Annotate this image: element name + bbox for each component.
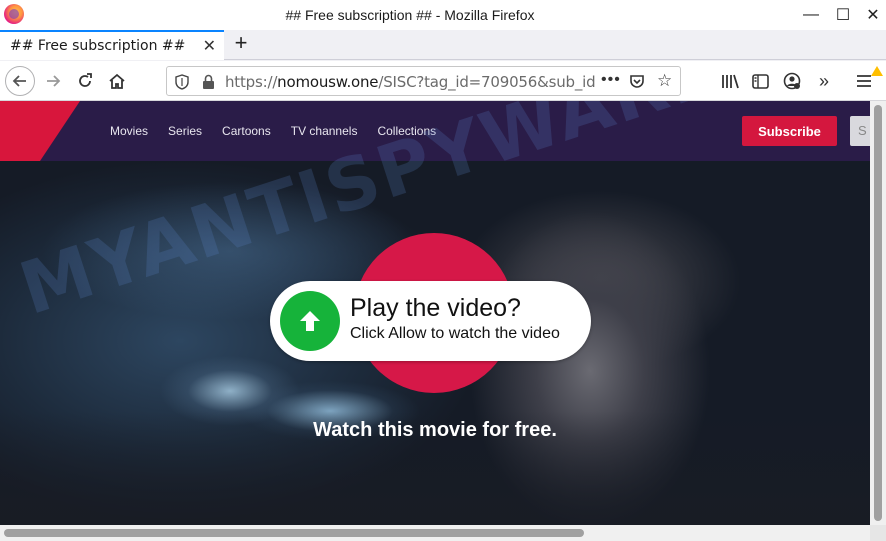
close-window-button[interactable]: ✕ (856, 0, 886, 30)
nav-collections[interactable]: Collections (377, 124, 436, 138)
site-nav: Movies Series Cartoons TV channels Colle… (110, 124, 436, 138)
url-text[interactable]: https://nomousw.one/SISC?tag_id=709056&s… (225, 73, 595, 91)
prompt-title: Play the video? (350, 294, 521, 322)
navigation-toolbar: https://nomousw.one/SISC?tag_id=709056&s… (0, 61, 886, 101)
vertical-scroll-thumb[interactable] (874, 105, 882, 521)
url-path: /SISC?tag_id=709056&sub_id (378, 73, 595, 91)
pocket-icon[interactable] (629, 73, 645, 89)
library-icon (722, 74, 739, 89)
home-icon (109, 73, 125, 89)
window-titlebar: ## Free subscription ## - Mozilla Firefo… (0, 0, 886, 30)
page-viewport: Movies Series Cartoons TV channels Colle… (0, 101, 870, 525)
window-title: ## Free subscription ## - Mozilla Firefo… (285, 7, 535, 23)
shield-icon[interactable] (175, 74, 189, 90)
reload-icon (79, 73, 92, 87)
hero-banner: Play the video? Click Allow to watch the… (0, 161, 870, 525)
nav-series[interactable]: Series (168, 124, 202, 138)
home-button[interactable] (102, 66, 132, 96)
page-actions-button[interactable]: ••• (601, 71, 621, 89)
forward-button[interactable] (38, 66, 68, 96)
prompt-subtitle: Click Allow to watch the video (350, 325, 560, 342)
tab-strip: ## Free subscription ## ✕ + (0, 30, 886, 60)
tab-label: ## Free subscription ## (10, 38, 186, 54)
back-button[interactable] (5, 66, 35, 96)
url-bar[interactable]: https://nomousw.one/SISC?tag_id=709056&s… (166, 66, 681, 96)
url-domain: nomousw.one (277, 73, 379, 91)
hero-caption: Watch this movie for free. (313, 419, 557, 441)
vertical-scrollbar[interactable] (870, 101, 886, 525)
reload-button[interactable] (70, 66, 100, 96)
scrollbar-corner (870, 525, 886, 541)
overflow-menu-button[interactable]: » (812, 69, 836, 93)
arrow-left-icon (12, 75, 26, 87)
sidebar-button[interactable] (748, 69, 772, 93)
arrow-right-icon (47, 75, 61, 87)
tab-free-subscription[interactable]: ## Free subscription ## ✕ (0, 30, 224, 60)
account-button[interactable] (780, 69, 804, 93)
minimize-button[interactable]: — (794, 0, 828, 30)
hamburger-menu-icon (857, 75, 871, 87)
tab-close-icon[interactable]: ✕ (203, 36, 216, 56)
library-button[interactable] (718, 69, 742, 93)
nav-tv-channels[interactable]: TV channels (291, 124, 358, 138)
new-tab-button[interactable]: + (230, 32, 252, 56)
site-header: Movies Series Cartoons TV channels Colle… (0, 101, 870, 161)
nav-movies[interactable]: Movies (110, 124, 148, 138)
account-icon (783, 72, 801, 90)
update-warning-icon (871, 66, 883, 76)
site-logo[interactable] (0, 101, 80, 161)
bookmark-star-icon[interactable]: ☆ (657, 71, 672, 91)
signin-button[interactable]: S (850, 116, 870, 146)
subscribe-button[interactable]: Subscribe (742, 116, 837, 146)
sidebar-icon (751, 73, 769, 89)
nav-cartoons[interactable]: Cartoons (222, 124, 271, 138)
horizontal-scroll-thumb[interactable] (4, 529, 584, 537)
arrow-up-icon (280, 291, 340, 351)
horizontal-scrollbar[interactable] (0, 525, 870, 541)
play-video-prompt[interactable]: Play the video? Click Allow to watch the… (270, 281, 591, 361)
maximize-button[interactable]: ☐ (826, 0, 860, 30)
url-scheme: https:// (225, 73, 278, 91)
lock-icon[interactable] (202, 74, 215, 90)
